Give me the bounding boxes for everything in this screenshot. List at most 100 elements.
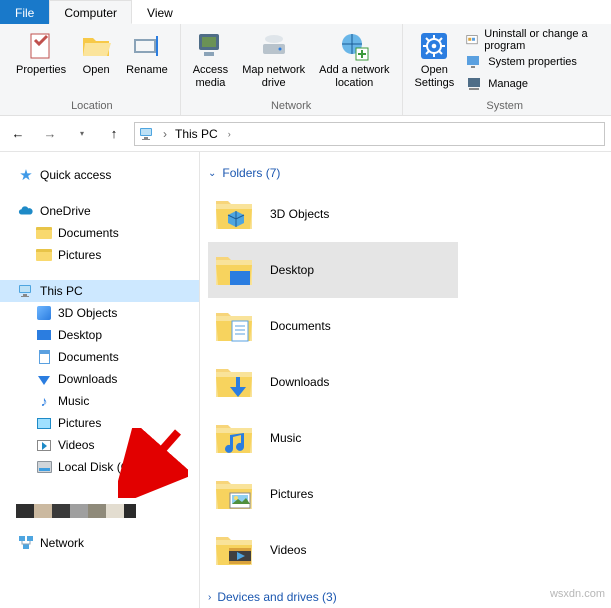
nav-forward-button[interactable]: → xyxy=(38,122,62,146)
uninstall-button[interactable]: Uninstall or change a program xyxy=(464,30,597,50)
tree-label: Music xyxy=(58,394,89,408)
tree-label: Desktop xyxy=(58,328,102,342)
downloads-folder-icon xyxy=(214,362,254,402)
chevron-right-icon[interactable]: › xyxy=(228,129,231,139)
color-strip xyxy=(16,504,136,518)
tree-label: Videos xyxy=(58,438,94,452)
documents-icon xyxy=(36,349,52,365)
group-header-devices[interactable]: › Devices and drives (3) xyxy=(208,586,603,608)
folder-documents[interactable]: Documents xyxy=(208,298,603,354)
uninstall-label: Uninstall or change a program xyxy=(484,28,595,52)
group-label-location: Location xyxy=(10,100,174,113)
tree-onedrive[interactable]: OneDrive xyxy=(0,200,199,222)
tree-onedrive-documents[interactable]: Documents xyxy=(0,222,199,244)
folder-label: Videos xyxy=(270,543,306,557)
tab-file[interactable]: File xyxy=(0,0,49,24)
chevron-down-icon: ⌄ xyxy=(208,168,216,179)
map-drive-icon xyxy=(258,30,290,62)
properties-button[interactable]: Properties xyxy=(10,28,72,79)
open-button[interactable]: Open xyxy=(74,28,118,79)
tree-label: Pictures xyxy=(58,248,101,262)
tab-computer[interactable]: Computer xyxy=(49,0,132,24)
group-label-network: Network xyxy=(187,100,396,113)
tree-label: Pictures xyxy=(58,416,101,430)
properties-label: Properties xyxy=(16,64,66,77)
access-media-label: Access media xyxy=(193,64,228,90)
folder-pictures[interactable]: Pictures xyxy=(208,466,603,522)
open-folder-icon xyxy=(80,30,112,62)
folder-label: Music xyxy=(270,431,301,445)
tree-network[interactable]: Network xyxy=(0,532,199,554)
manage-button[interactable]: Manage xyxy=(464,74,597,94)
folder-3d-objects[interactable]: 3D Objects xyxy=(208,186,603,242)
system-list: Uninstall or change a program System pro… xyxy=(462,28,601,94)
3d-objects-folder-icon xyxy=(214,194,254,234)
open-label: Open xyxy=(83,64,110,77)
nav-up-button[interactable]: ↑ xyxy=(102,122,126,146)
ribbon-group-system: Open Settings Uninstall or change a prog… xyxy=(403,24,608,115)
map-drive-button[interactable]: Map network drive xyxy=(236,28,311,92)
tree-label: This PC xyxy=(40,284,83,298)
tree-quick-access[interactable]: ★ Quick access xyxy=(0,164,199,186)
folder-label: Pictures xyxy=(270,487,313,501)
chevron-right-icon[interactable]: › xyxy=(163,127,167,141)
tree-desktop[interactable]: Desktop xyxy=(0,324,199,346)
star-icon: ★ xyxy=(18,167,34,183)
tree-onedrive-pictures[interactable]: Pictures xyxy=(0,244,199,266)
desktop-icon xyxy=(36,327,52,343)
group-header-folders[interactable]: ⌄ Folders (7) xyxy=(208,162,603,186)
tree-3d-objects[interactable]: 3D Objects xyxy=(0,302,199,324)
tab-strip: File Computer View xyxy=(0,0,611,24)
tree-pictures[interactable]: Pictures xyxy=(0,412,199,434)
group-header-label: Folders (7) xyxy=(222,166,280,180)
pictures-folder-icon xyxy=(214,474,254,514)
tree-this-pc[interactable]: This PC xyxy=(0,280,199,302)
folder-icon xyxy=(36,247,52,263)
tree-label: Downloads xyxy=(58,372,117,386)
access-media-icon xyxy=(194,30,226,62)
tree-label: Local Disk (C:) xyxy=(58,460,137,474)
access-media-button[interactable]: Access media xyxy=(187,28,234,92)
content-pane: ⌄ Folders (7) 3D Objects Desktop Documen… xyxy=(200,152,611,608)
group-label-system: System xyxy=(409,100,602,113)
documents-folder-icon xyxy=(214,306,254,346)
properties-icon xyxy=(25,30,57,62)
folder-label: Documents xyxy=(270,319,331,333)
rename-icon xyxy=(131,30,163,62)
group-header-label: Devices and drives (3) xyxy=(217,590,336,604)
folder-videos[interactable]: Videos xyxy=(208,522,603,578)
tree-local-disk-c[interactable]: Local Disk (C:) xyxy=(0,456,199,478)
folder-downloads[interactable]: Downloads xyxy=(208,354,603,410)
ribbon-group-network: Access media Map network drive Add a net… xyxy=(181,24,403,115)
watermark: wsxdn.com xyxy=(550,588,605,600)
folder-label: Desktop xyxy=(270,263,314,277)
folder-music[interactable]: Music xyxy=(208,410,603,466)
tab-view[interactable]: View xyxy=(132,0,188,24)
this-pc-icon xyxy=(18,283,34,299)
uninstall-icon xyxy=(466,32,478,48)
nav-row: ← → ▾ ↑ › This PC › xyxy=(0,116,611,152)
folder-label: 3D Objects xyxy=(270,207,329,221)
tree-label: 3D Objects xyxy=(58,306,117,320)
tree-videos[interactable]: Videos xyxy=(0,434,199,456)
pictures-icon xyxy=(36,415,52,431)
map-drive-label: Map network drive xyxy=(242,64,305,90)
3d-objects-icon xyxy=(36,305,52,321)
address-bar[interactable]: › This PC › xyxy=(134,122,605,146)
tree-downloads[interactable]: Downloads xyxy=(0,368,199,390)
rename-button[interactable]: Rename xyxy=(120,28,174,79)
tree-label: Quick access xyxy=(40,168,111,182)
nav-back-button[interactable]: ← xyxy=(6,122,30,146)
ribbon-group-location: Properties Open Rename Location xyxy=(4,24,181,115)
tree-documents[interactable]: Documents xyxy=(0,346,199,368)
tree-music[interactable]: ♪Music xyxy=(0,390,199,412)
open-settings-button[interactable]: Open Settings xyxy=(409,28,461,92)
folder-desktop[interactable]: Desktop xyxy=(208,242,458,298)
folder-list: 3D Objects Desktop Documents Downloads M… xyxy=(208,186,603,578)
add-location-button[interactable]: Add a network location xyxy=(313,28,395,92)
nav-recent-dropdown[interactable]: ▾ xyxy=(70,122,94,146)
breadcrumb-this-pc[interactable]: This PC xyxy=(175,127,218,141)
add-location-label: Add a network location xyxy=(319,64,389,90)
tree-label: Network xyxy=(40,536,84,550)
system-properties-button[interactable]: System properties xyxy=(464,52,597,72)
